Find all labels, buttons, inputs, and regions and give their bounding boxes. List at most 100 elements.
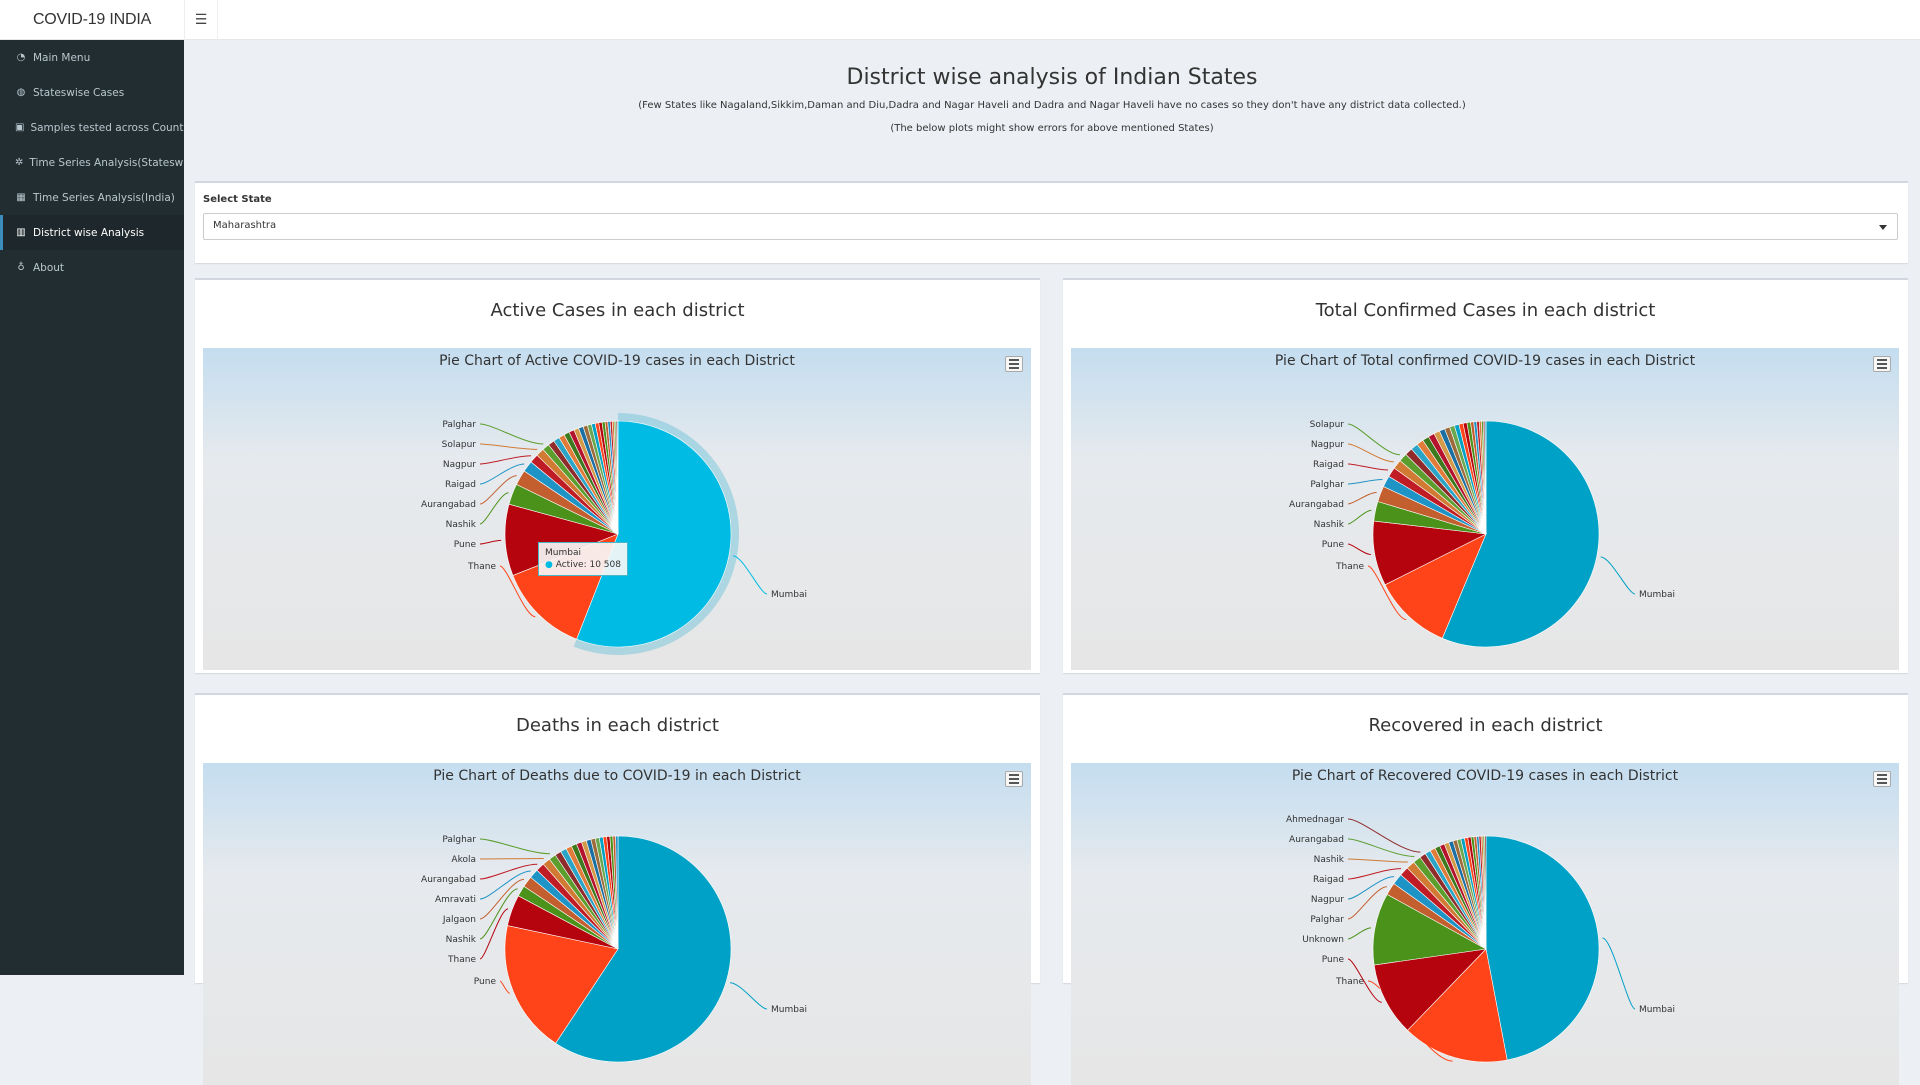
caret-down-icon bbox=[1879, 225, 1887, 230]
pie-label: Mumbai bbox=[1639, 590, 1675, 600]
pie-slice-mumbai[interactable] bbox=[1486, 836, 1599, 1060]
pie-label: Pune bbox=[454, 540, 477, 550]
sidebar-item-about[interactable]: ♁About bbox=[0, 250, 184, 285]
pie-label: Palghar bbox=[1310, 480, 1344, 490]
tooltip-value: Active: 10 508 bbox=[556, 560, 621, 570]
sidebar-item-time-series-analysis-india[interactable]: ▦ Time Series Analysis(India) bbox=[0, 180, 184, 215]
chart-title-active: Pie Chart of Active COVID-19 cases in ea… bbox=[203, 353, 1031, 369]
page-note-secondary: (The below plots might show errors for a… bbox=[184, 123, 1920, 134]
pie-label: Mumbai bbox=[1639, 1005, 1675, 1015]
label-connector bbox=[480, 456, 531, 464]
sidebar-item-label: Samples tested across Country bbox=[30, 122, 194, 134]
pie-label: Thane bbox=[1335, 977, 1364, 987]
sidebar-toggle-button[interactable]: ☰ bbox=[184, 0, 218, 40]
chart-confirmed: MumbaiThanePuneNashikAurangabadPalgharRa… bbox=[1071, 348, 1899, 670]
pie-label: Thane bbox=[447, 955, 476, 965]
pie-label: Solapur bbox=[1310, 420, 1345, 430]
gear-icon: ✲ bbox=[15, 157, 23, 168]
panel-active: Active Cases in each district Mumbai Than… bbox=[195, 278, 1040, 673]
pie-label: Nashik bbox=[446, 935, 477, 945]
pie-label: Raigad bbox=[1313, 875, 1344, 885]
pie-label: Nagpur bbox=[1311, 895, 1344, 905]
sidebar-item-label: Time Series Analysis(India) bbox=[33, 192, 175, 204]
pie-label: Akola bbox=[451, 855, 476, 865]
label-connector bbox=[730, 983, 767, 1009]
panel-title-confirmed: Total Confirmed Cases in each district bbox=[1063, 300, 1908, 321]
pie-label: Nagpur bbox=[443, 460, 476, 470]
page-title: District wise analysis of Indian States bbox=[184, 65, 1920, 90]
chart-tooltip: Mumbai ● Active: 10 508 bbox=[538, 542, 628, 576]
calendar-icon: ▦ bbox=[15, 192, 27, 203]
pie-label: Aurangabad bbox=[421, 500, 476, 510]
label-connector bbox=[1348, 444, 1394, 462]
page-header: District wise analysis of Indian States … bbox=[184, 65, 1920, 134]
label-connector bbox=[1348, 480, 1382, 484]
pie-label: Ahmednagar bbox=[1286, 815, 1344, 825]
chart-title-confirmed: Pie Chart of Total confirmed COVID-19 ca… bbox=[1071, 353, 1899, 369]
chart-recovered: MumbaiThanePuneUnknownPalgharNagpurRaiga… bbox=[1071, 763, 1899, 1085]
chart-menu-button[interactable] bbox=[1873, 771, 1891, 787]
sidebar-item-stateswise-cases[interactable]: ◍Stateswise Cases bbox=[0, 75, 184, 110]
pie-label: Palghar bbox=[442, 420, 476, 430]
label-connector bbox=[1348, 928, 1371, 939]
panel-title-active: Active Cases in each district bbox=[195, 300, 1040, 321]
chart-menu-button[interactable] bbox=[1005, 771, 1023, 787]
pie-label: Pune bbox=[1322, 955, 1345, 965]
map-icon: ▥ bbox=[15, 227, 27, 238]
sidebar-item-time-series-analysis-stateswise[interactable]: ✲Time Series Analysis(Stateswise) bbox=[0, 145, 184, 180]
pie-svg-active: Mumbai Thane Pune Nashik Aurangabad Raigad Nag… bbox=[203, 348, 1031, 670]
pie-label: Mumbai bbox=[771, 590, 807, 600]
dashboard-icon: ◔ bbox=[15, 52, 27, 63]
sidebar-item-label: About bbox=[33, 262, 64, 274]
sidebar-item-label: Time Series Analysis(Stateswise) bbox=[29, 157, 202, 169]
pie-label: Amravati bbox=[435, 895, 476, 905]
pie-label: Aurangabad bbox=[1289, 500, 1344, 510]
state-select-value: Maharashtra bbox=[213, 220, 276, 231]
panel-recovered: Recovered in each district MumbaiThanePu… bbox=[1063, 693, 1908, 983]
brand-logo[interactable]: COVID-19 INDIA bbox=[0, 0, 184, 40]
chart-menu-button[interactable] bbox=[1005, 356, 1023, 372]
main-content: District wise analysis of Indian States … bbox=[184, 40, 1920, 975]
panel-title-deaths: Deaths in each district bbox=[195, 715, 1040, 736]
pie-label: Nashik bbox=[446, 520, 477, 530]
label-connector bbox=[1348, 859, 1408, 862]
sidebar-item-main-menu[interactable]: ◔ Main Menu bbox=[0, 40, 184, 75]
chart-title-recovered: Pie Chart of Recovered COVID-19 cases in… bbox=[1071, 768, 1899, 784]
sidebar-item-district-wise-analysis[interactable]: ▥District wise Analysis bbox=[0, 215, 184, 250]
sidebar-item-label: Main Menu bbox=[33, 52, 90, 64]
sidebar-item-samples-tested-across-country[interactable]: ▣Samples tested across Country bbox=[0, 110, 184, 145]
pie-svg-confirmed: MumbaiThanePuneNashikAurangabadPalgharRa… bbox=[1071, 348, 1899, 670]
label-connector bbox=[1348, 869, 1401, 879]
chart-menu-button[interactable] bbox=[1873, 356, 1891, 372]
label-connector bbox=[1348, 492, 1377, 504]
pie-label: Thane bbox=[1335, 562, 1364, 572]
panel-deaths: Deaths in each district MumbaiPuneThaneN… bbox=[195, 693, 1040, 983]
label-connector bbox=[1601, 557, 1635, 594]
label-connector bbox=[1348, 544, 1371, 554]
top-navbar: COVID-19 INDIA ☰ bbox=[0, 0, 1920, 40]
pie-label: Pune bbox=[474, 977, 497, 987]
pie-label: Solapur bbox=[442, 440, 477, 450]
select-state-label: Select State bbox=[203, 194, 272, 205]
pie-label: Pune bbox=[1322, 540, 1345, 550]
label-connector bbox=[480, 444, 537, 449]
page-note: (Few States like Nagaland,Sikkim,Daman a… bbox=[184, 100, 1920, 111]
state-select[interactable]: Maharashtra bbox=[203, 213, 1898, 240]
pie-label: Raigad bbox=[1313, 460, 1344, 470]
pie-svg-deaths: MumbaiPuneThaneNashikJalgaonAmravatiAura… bbox=[203, 763, 1031, 1085]
label-connector bbox=[480, 839, 550, 854]
label-connector bbox=[1602, 938, 1635, 1009]
pie-label: Raigad bbox=[445, 480, 476, 490]
label-connector bbox=[733, 556, 767, 594]
label-connector bbox=[1348, 510, 1371, 524]
label-connector bbox=[480, 464, 524, 484]
chart-title-deaths: Pie Chart of Deaths due to COVID-19 in e… bbox=[203, 768, 1031, 784]
chart-active: Mumbai Thane Pune Nashik Aurangabad Raigad Nag… bbox=[203, 348, 1031, 670]
hospital-icon: ▣ bbox=[15, 122, 24, 133]
pie-svg-recovered: MumbaiThanePuneUnknownPalgharNagpurRaiga… bbox=[1071, 763, 1899, 1085]
state-select-box: Select State Maharashtra bbox=[195, 181, 1908, 263]
hamburger-icon: ☰ bbox=[195, 12, 208, 28]
pie-label: Nagpur bbox=[1311, 440, 1344, 450]
pie-label: Thane bbox=[467, 562, 496, 572]
pie-label: Mumbai bbox=[771, 1005, 807, 1015]
